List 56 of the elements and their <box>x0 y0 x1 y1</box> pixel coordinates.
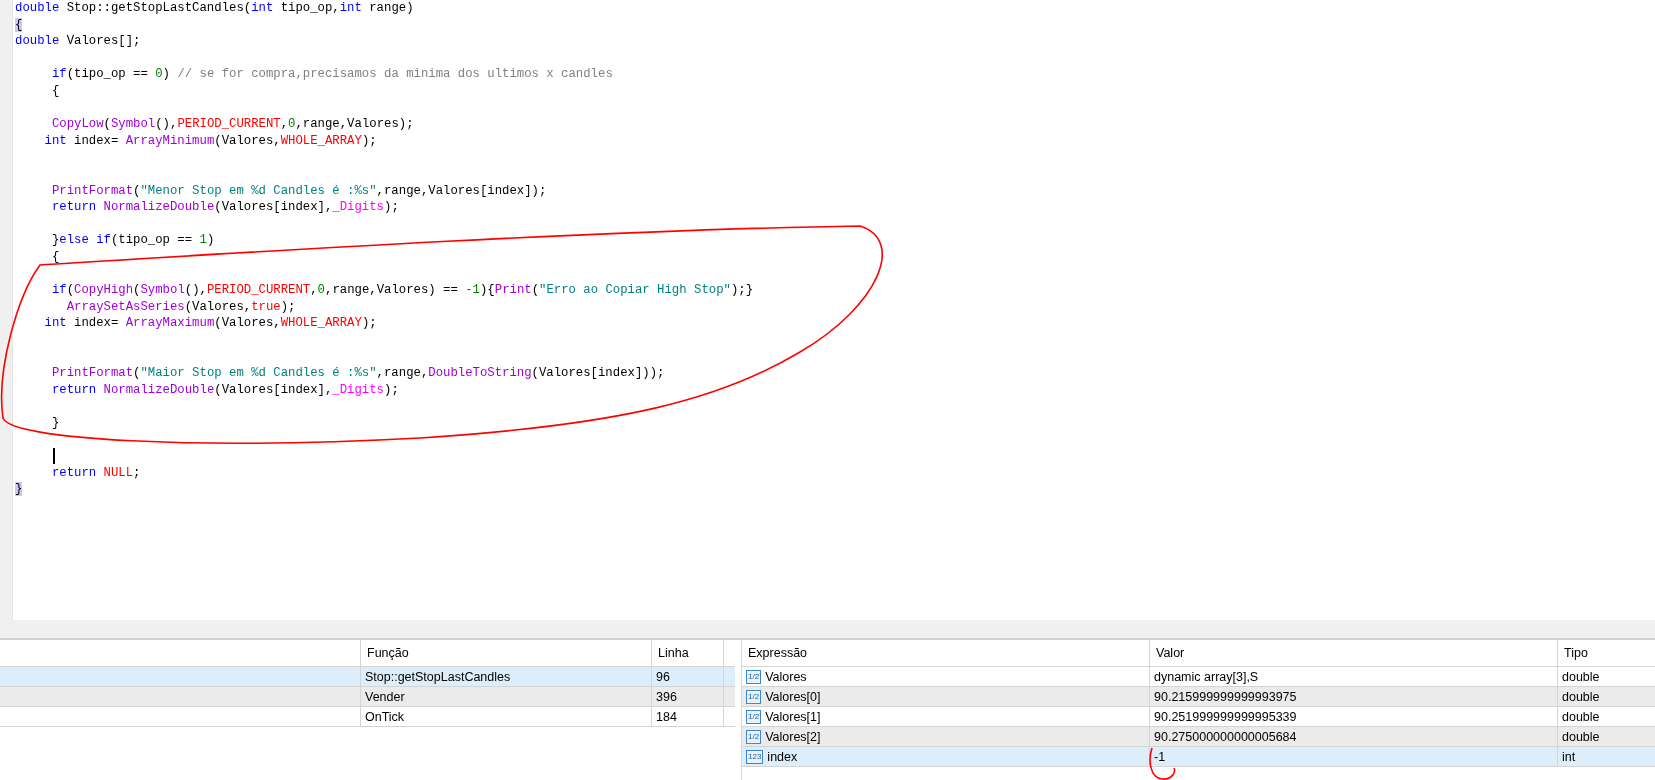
code-line: }else if(tipo_op == 1) <box>50 232 215 249</box>
watch-row[interactable]: 1/2 Valores[0] 90.215999999999993975 double <box>742 687 1655 707</box>
type-icon: 1/2 <box>746 669 762 684</box>
panel-splitter[interactable] <box>0 620 1655 640</box>
column-header[interactable]: Tipo <box>1558 640 1655 666</box>
code-line: return NULL; <box>50 464 141 482</box>
line-number: 184 <box>652 707 724 726</box>
code-line: { <box>50 82 60 100</box>
value-text: 90.275000000000005684 <box>1150 727 1558 746</box>
column-header[interactable]: Valor <box>1150 640 1558 666</box>
code-line: return NormalizeDouble(Valores[index],_Digits); <box>50 381 399 399</box>
code-line: return NormalizeDouble(Valores[index],_Digits); <box>50 199 399 216</box>
watch-row[interactable]: 1/2 Valores[2] 90.275000000000005684 double <box>742 727 1655 747</box>
column-header[interactable]: Linha <box>652 640 724 666</box>
type-icon: 1/2 <box>746 709 762 724</box>
type-icon: 123 <box>746 749 764 764</box>
type-text: int <box>1561 748 1577 766</box>
line-number: 96 <box>652 667 724 686</box>
type-text: double <box>1561 668 1601 686</box>
column-header[interactable]: Função <box>361 640 652 666</box>
function-name: Stop::getStopLastCandles <box>361 667 652 686</box>
function-name: Vender <box>361 687 652 706</box>
value-text: dynamic array[3],S <box>1150 667 1558 686</box>
code-line: if(CopyHigh(Symbol(),PERIOD_CURRENT,0,range,Valores) == -1){Print("Erro ao Copiar High Stop");} <box>50 282 754 299</box>
function-name: OnTick <box>361 707 652 726</box>
call-stack-row[interactable]: Stop::getStopLastCandles 96 <box>0 667 735 687</box>
expression-name: index <box>767 749 798 764</box>
annotation-drawing <box>1149 747 1176 780</box>
expression-name: Valores[0] <box>765 689 821 704</box>
column-header[interactable]: Expressão <box>742 640 1150 666</box>
code-line: CopyLow(Symbol(),PERIOD_CURRENT,0,range,Valores); <box>50 116 414 133</box>
type-text: double <box>1561 728 1601 746</box>
value-text: -1 <box>1150 747 1558 766</box>
watch-row[interactable]: 123 index -1 int <box>742 747 1655 767</box>
type-icon: 1/2 <box>746 729 762 744</box>
expression-name: Valores[2] <box>765 729 821 744</box>
type-text: double <box>1561 708 1601 726</box>
code-line: double Stop::getStopLastCandles(int tipo_op,int range) <box>15 0 414 17</box>
call-stack-row[interactable]: Vender 396 <box>0 687 735 707</box>
code-line: if(tipo_op == 0) // se for compra,precisamos da minima dos ultimos x candles <box>50 66 613 83</box>
code-line: PrintFormat("Menor Stop em %d Candles é :%s",range,Valores[index]); <box>50 182 547 200</box>
line-number: 396 <box>652 687 724 706</box>
type-icon: 1/2 <box>746 689 762 704</box>
expression-name: Valores <box>765 669 807 684</box>
code-line: } <box>50 414 60 432</box>
value-text: 90.215999999999993975 <box>1150 687 1558 706</box>
value-text: 90.251999999999995339 <box>1150 707 1558 726</box>
code-line: ArraySetAsSeries(Valores,true); <box>65 298 296 316</box>
type-text: double <box>1561 688 1601 706</box>
code-line: int index= ArrayMinimum(Valores,WHOLE_ARRAY); <box>43 132 377 150</box>
expression-name: Valores[1] <box>765 709 821 724</box>
code-line: double Valores[]; <box>15 33 141 50</box>
call-stack-row[interactable]: OnTick 184 <box>0 707 735 727</box>
code-line: int index= ArrayMaximum(Valores,WHOLE_ARRAY); <box>43 315 377 332</box>
code-line: { <box>50 248 60 266</box>
code-line: PrintFormat("Maior Stop em %d Candles é :%s",range,DoubleToString(Valores[index])); <box>50 365 665 382</box>
